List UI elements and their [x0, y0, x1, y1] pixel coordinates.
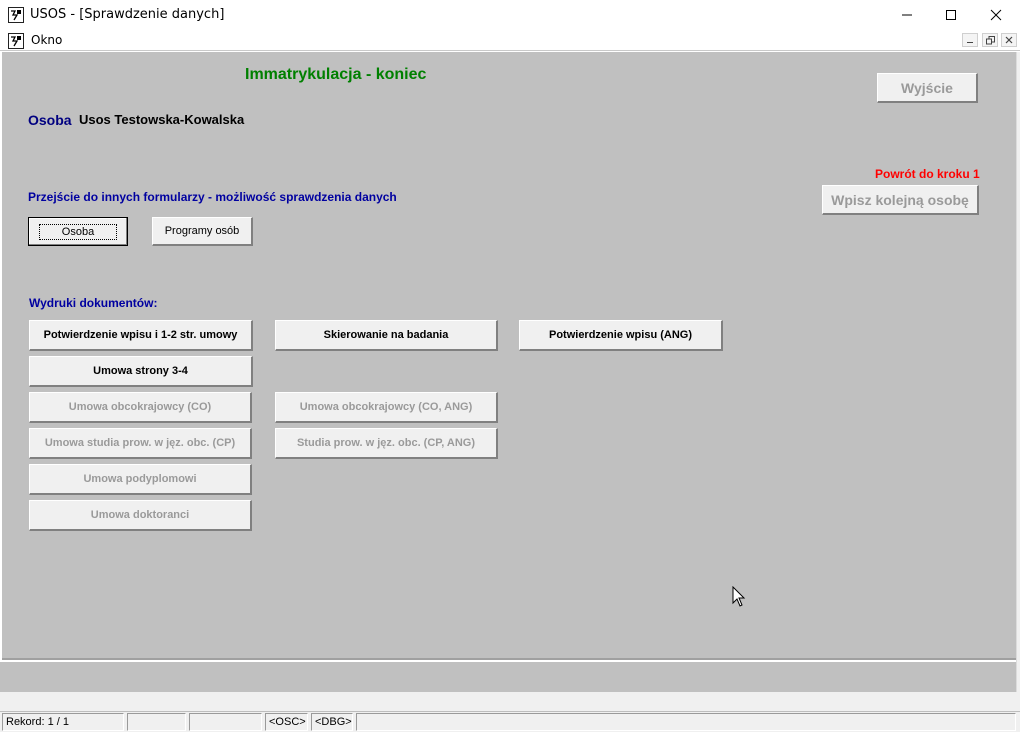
- window-titlebar: USOS - [Sprawdzenie danych]: [0, 0, 1020, 30]
- osc-indicator: <OSC>: [265, 713, 308, 731]
- navigation-section-label: Przejście do innych formularzy - możliwo…: [28, 190, 397, 204]
- exit-button[interactable]: Wyjście: [877, 73, 978, 103]
- maximize-icon: [946, 10, 956, 20]
- return-to-step-1-link[interactable]: Powrót do kroku 1: [875, 167, 980, 181]
- foreign-language-eng-button[interactable]: Studia prow. w jęz. obc. (CP, ANG): [275, 428, 498, 459]
- postgraduate-contract-button[interactable]: Umowa podyplomowi: [29, 464, 252, 495]
- programy-osob-button[interactable]: Programy osób: [152, 217, 253, 246]
- person-label: Osoba: [28, 112, 72, 128]
- mouse-cursor-icon: [732, 585, 746, 611]
- dbg-indicator: <DBG>: [311, 713, 353, 731]
- status-bar: Rekord: 1 / 1 <OSC> <DBG>: [0, 711, 1020, 732]
- child-close-button[interactable]: [1001, 33, 1017, 47]
- confirmation-print-button[interactable]: Potwierdzenie wpisu i 1-2 str. umowy: [29, 320, 253, 351]
- minimize-icon: [902, 14, 912, 16]
- record-counter: Rekord: 1 / 1: [2, 713, 124, 731]
- restore-icon: [985, 35, 995, 44]
- osoba-button[interactable]: Osoba: [28, 217, 128, 246]
- foreigners-contract-button[interactable]: Umowa obcokrajowcy (CO): [29, 392, 252, 423]
- child-restore-button[interactable]: [982, 33, 998, 47]
- osoba-button-label: Osoba: [38, 223, 118, 240]
- window-right-edge: [1016, 52, 1020, 692]
- minimize-button[interactable]: [884, 0, 930, 30]
- close-icon: [990, 9, 1002, 21]
- menu-bar: Okno: [0, 30, 1020, 51]
- close-button[interactable]: [973, 0, 1019, 30]
- child-minimize-button[interactable]: [962, 33, 978, 47]
- referral-print-button[interactable]: Skierowanie na badania: [275, 320, 498, 351]
- maximize-button[interactable]: [928, 0, 974, 30]
- window-gap: [0, 692, 1020, 711]
- check-data-form: Immatrykulacja - koniec Osoba Usos Testo…: [2, 52, 1016, 660]
- next-person-button[interactable]: Wpisz kolejną osobę: [822, 185, 979, 215]
- menu-okno[interactable]: Okno: [31, 33, 62, 47]
- status-cell-empty-1: [127, 713, 186, 731]
- minimize-icon: [967, 42, 973, 43]
- person-name: Usos Testowska-Kowalska: [79, 112, 245, 127]
- prints-section-label: Wydruki dokumentów:: [29, 296, 158, 310]
- form-lower-area: [0, 662, 1020, 692]
- status-cell-empty-2: [189, 713, 262, 731]
- contract-3-4-print-button[interactable]: Umowa strony 3-4: [29, 356, 253, 387]
- form-heading: Immatrykulacja - koniec: [245, 66, 427, 83]
- close-icon: [1005, 36, 1013, 44]
- foreigners-eng-contract-button[interactable]: Umowa obcokrajowcy (CO, ANG): [275, 392, 498, 423]
- doctoral-contract-button[interactable]: Umowa doktoranci: [29, 500, 252, 531]
- status-cell-empty-3: [356, 713, 1016, 731]
- confirmation-eng-print-button[interactable]: Potwierdzenie wpisu (ANG): [519, 320, 723, 351]
- window-title: USOS - [Sprawdzenie danych]: [30, 7, 225, 22]
- app-icon: [8, 7, 24, 23]
- foreign-language-contract-button[interactable]: Umowa studia prow. w jęz. obc. (CP): [29, 428, 252, 459]
- child-window-icon[interactable]: [8, 33, 24, 49]
